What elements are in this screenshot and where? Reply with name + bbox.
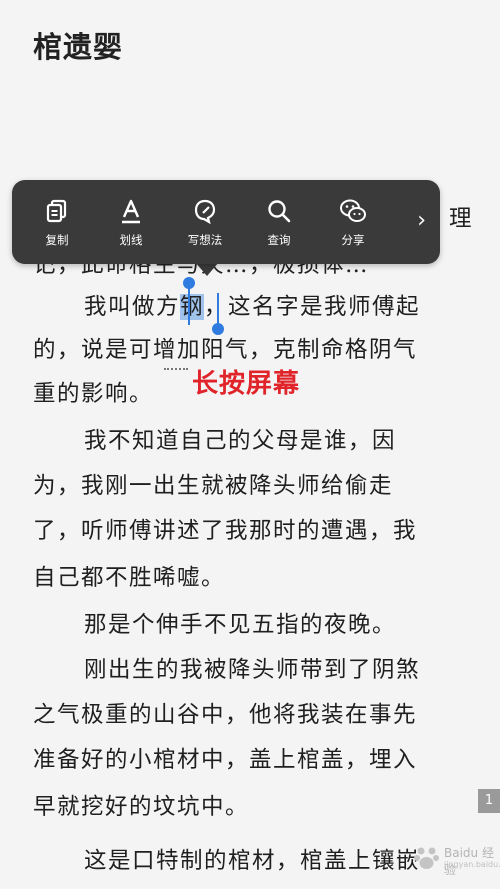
write-note-button[interactable]: 写想法	[168, 180, 242, 264]
baidu-watermark: Baidu 经验 jingyan.baidu.com	[410, 838, 500, 878]
dotted-underline	[164, 368, 188, 370]
wechat-icon	[340, 199, 366, 222]
text-line[interactable]: 我叫做方钢，这名字是我师傅起	[84, 292, 473, 322]
menu-pointer	[195, 262, 219, 276]
underline-button[interactable]: 划线	[94, 180, 168, 264]
selection-context-menu: 复制 划线 写想法 查询 分享 ›	[12, 180, 440, 264]
chapter-title: 棺遗婴	[33, 30, 124, 64]
selection-end-caret[interactable]	[217, 293, 219, 327]
text-line: 早就挖好的坟坑中。	[33, 794, 250, 820]
lookup-label: 查询	[267, 232, 291, 247]
text-line: 的，说是可增加阳气，克制命格阴气	[33, 337, 418, 363]
text-line: 之气极重的山谷中，他将我装在事先	[33, 702, 418, 728]
underline-label: 划线	[119, 232, 143, 247]
page-number-badge: 1	[478, 789, 500, 813]
write-note-label: 写想法	[187, 232, 223, 247]
selection-start-caret[interactable]	[188, 285, 190, 325]
text-line: 了，听师傅讲述了我那时的遭遇，我	[33, 518, 418, 544]
selection-start-handle[interactable]	[183, 277, 195, 289]
text-line: 准备好的小棺材中，盖上棺盖，埋入	[33, 747, 418, 773]
more-chevron-icon[interactable]: ›	[417, 208, 426, 233]
baidu-paw-icon	[414, 847, 439, 869]
text-line: 我不知道自己的父母是谁，因	[84, 428, 397, 454]
copy-icon	[46, 199, 67, 222]
text-line: 为，我刚一出生就被降头师给偷走	[33, 473, 394, 499]
selected-text[interactable]: 钢	[180, 294, 205, 320]
share-button[interactable]: 分享	[316, 180, 390, 264]
copy-label: 复制	[45, 232, 69, 247]
watermark-url: jingyan.baidu.com	[444, 860, 500, 869]
text-line: 自己都不胜唏嘘。	[33, 565, 226, 591]
underline-icon	[122, 199, 140, 223]
lookup-button[interactable]: 查询	[242, 180, 316, 264]
copy-button[interactable]: 复制	[20, 180, 94, 264]
annotation-label: 长按屏幕	[192, 369, 301, 399]
selection-end-handle[interactable]	[212, 323, 224, 335]
text-line: 刚出生的我被降头师带到了阴煞	[84, 657, 421, 683]
text-segment: 我叫做方	[84, 294, 181, 320]
note-icon	[194, 199, 216, 224]
share-label: 分享	[341, 232, 365, 247]
text-segment: ，这名字是我师傅起	[204, 294, 421, 320]
search-icon	[268, 199, 291, 222]
text-line: 那是个伸手不见五指的夜晚。	[84, 612, 397, 638]
